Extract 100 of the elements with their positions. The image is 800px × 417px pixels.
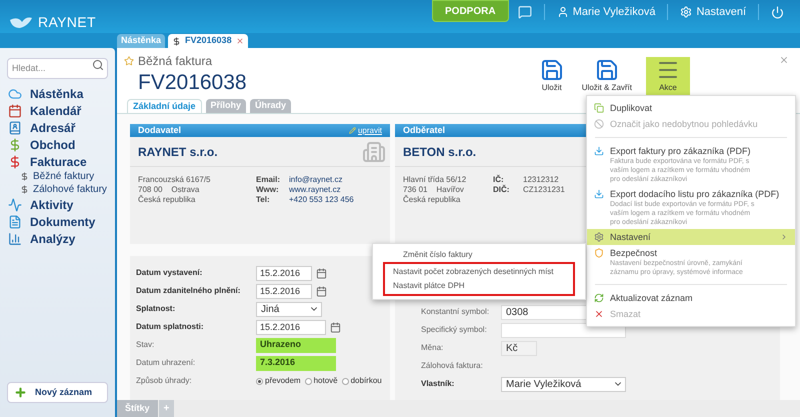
coin-icon — [8, 138, 22, 152]
bar-chart-icon — [8, 232, 22, 246]
record-type: Běžná faktura — [138, 53, 212, 70]
field-label: Specifický symbol: — [421, 324, 487, 336]
nav-item[interactable]: Obchod — [0, 136, 115, 153]
address-line: Hlavní třída 56/12 — [403, 175, 468, 185]
contact-label: Www: — [256, 185, 280, 195]
plus-icon — [14, 386, 27, 399]
cloud-icon — [8, 86, 22, 100]
nav-item[interactable]: Kalendář — [0, 102, 115, 119]
settings-link[interactable]: Nastavení — [680, 4, 746, 20]
id-label: IČ: — [493, 175, 505, 184]
activity-icon — [8, 198, 22, 212]
id-value: CZ1231231 — [523, 185, 565, 195]
nav-subitem[interactable]: Zálohové faktury — [0, 183, 115, 196]
id-value: 12312312 — [523, 175, 559, 185]
address-line: 708 00 Ostrava — [138, 185, 200, 195]
user-link[interactable]: Marie Vyležiková — [556, 4, 656, 20]
calendar-icon[interactable] — [316, 286, 327, 296]
save-icon — [540, 58, 564, 82]
download-icon — [594, 189, 604, 199]
nav-item[interactable]: Fakturace — [0, 153, 115, 170]
contacts-icon — [8, 120, 22, 134]
submenu-item[interactable]: Změnit číslo faktury — [373, 248, 585, 262]
field-label: Datum zdanitelného plnění: — [136, 285, 240, 297]
address-line: Francouzská 6167/5 — [138, 175, 212, 185]
nav-item[interactable]: Dokumenty — [0, 213, 115, 230]
dollar-icon — [172, 36, 182, 46]
toolbar-button[interactable]: Uložit — [536, 57, 568, 95]
menu-item-label: Označit jako nedobytnou pohledávku — [610, 118, 759, 130]
calendar-icon[interactable] — [330, 322, 341, 332]
status-field: Uhrazeno — [256, 338, 336, 352]
shield-icon — [594, 248, 604, 258]
select-field[interactable]: Marie Vyležiková — [501, 376, 626, 392]
calendar-icon — [8, 104, 22, 118]
radio-option[interactable]: dobírkou — [342, 375, 382, 387]
menu-item-label: Export faktury pro zákazníka (PDF) — [610, 145, 752, 157]
nav-item[interactable]: Adresář — [0, 119, 115, 136]
new-record-button[interactable]: Nový záznam — [7, 382, 108, 403]
copy-icon — [594, 103, 604, 113]
save-icon — [594, 58, 619, 82]
date-field[interactable]: 15.2.2016 — [256, 320, 326, 334]
radio-option[interactable]: hotově — [304, 375, 338, 387]
close-icon[interactable] — [236, 37, 244, 45]
nav-item[interactable]: Aktivity — [0, 196, 115, 213]
refresh-icon — [594, 293, 604, 303]
status-field: 7.3.2016 — [256, 356, 336, 370]
settings-icon — [594, 232, 604, 242]
download-icon — [594, 146, 604, 156]
submenu-item[interactable]: Nastavit plátce DPH — [385, 279, 573, 293]
menu-item[interactable]: Duplikovat — [587, 100, 795, 116]
menu-item[interactable]: Nastavení — [587, 229, 795, 245]
search-icon[interactable] — [92, 59, 104, 71]
date-field[interactable]: 15.2.2016 — [256, 284, 312, 298]
logo-text: RAYNET — [38, 13, 96, 32]
ban-icon — [594, 119, 604, 129]
calendar-icon[interactable] — [316, 268, 327, 278]
id-label: DIČ: — [493, 185, 510, 195]
menu-item-label: Bezpečnost — [610, 247, 658, 259]
building-icon — [362, 140, 386, 164]
dollar-icon — [20, 185, 29, 194]
pencil-icon — [348, 127, 356, 134]
field-label: Stav: — [136, 339, 154, 351]
chat-icon[interactable] — [518, 5, 532, 19]
menu-item-label: Aktualizovat záznam — [610, 292, 694, 304]
currency-field[interactable]: Kč — [501, 340, 537, 356]
select-field[interactable]: Jiná — [256, 302, 322, 316]
detail-tab[interactable]: Základní údaje — [127, 99, 202, 113]
settings-icon — [680, 6, 692, 18]
toolbar-button[interactable]: Akce — [646, 57, 690, 95]
field-label: Konstantní symbol: — [421, 306, 490, 318]
logout-icon[interactable] — [771, 6, 784, 18]
field-label: Datum uhrazení: — [136, 357, 196, 369]
menu-item-label: Nastavení — [610, 231, 652, 243]
contact-value: +420 553 123 456 — [289, 195, 354, 205]
contact-value: info@raynet.cz — [289, 175, 342, 185]
document-icon — [8, 214, 22, 228]
search-field[interactable]: Hledat... — [7, 58, 108, 78]
menu-item-label: Export dodacího listu pro zákazníka (PDF) — [610, 188, 780, 200]
submenu-item[interactable]: Nastavit počet zobrazených desetinných míst — [385, 265, 573, 279]
favorite-icon[interactable] — [124, 56, 134, 66]
radio-option[interactable]: převodem — [256, 375, 301, 387]
nav-item[interactable]: Nástěnka — [0, 85, 115, 102]
field-label: Vlastník: — [421, 378, 454, 390]
menu-item[interactable]: Aktualizovat záznam — [587, 290, 795, 306]
toolbar-button[interactable]: Uložit & Zavřít — [578, 57, 636, 95]
address-line: 736 01 Havířov — [403, 185, 465, 195]
user-icon — [556, 6, 569, 18]
record-tab[interactable]: FV2016038 — [168, 34, 248, 48]
contact-label: Email: — [256, 175, 282, 185]
card-header: Odběratel — [403, 124, 446, 137]
date-field[interactable]: 15.2.2016 — [256, 266, 312, 280]
address-line: Česká republika — [403, 195, 462, 205]
delete-icon — [594, 309, 604, 319]
nav-item[interactable]: Analýzy — [0, 230, 115, 247]
nav-subitem[interactable]: Běžné faktury — [0, 170, 115, 183]
menu-item-label: Duplikovat — [610, 102, 654, 114]
field-label: Měna: — [421, 342, 444, 354]
field-label: Způsob úhrady: — [136, 375, 192, 387]
close-icon[interactable] — [779, 55, 789, 65]
